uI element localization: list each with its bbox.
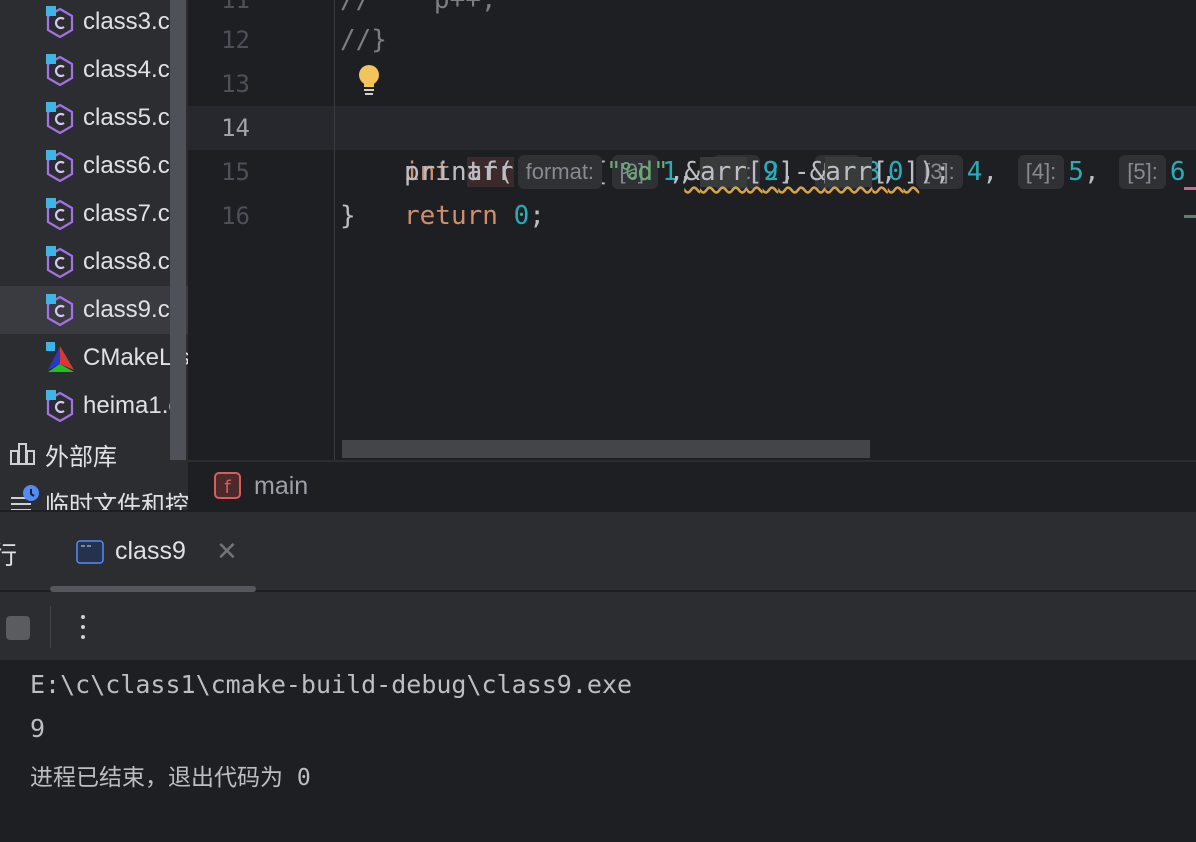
c-file-icon	[46, 150, 74, 182]
tab-class9[interactable]: class9 ✕	[50, 512, 256, 592]
scratches-icon	[11, 485, 39, 510]
tree-item-label: 临时文件和控制台	[45, 491, 188, 511]
breadcrumb: f main	[188, 460, 1196, 512]
tree-item-label: class5.c	[83, 104, 170, 131]
tree-item-file[interactable]: heima1.c	[0, 382, 188, 430]
gutter-separator	[334, 0, 335, 460]
c-file-icon	[46, 102, 74, 134]
tree-item-file[interactable]: class3.c	[0, 0, 188, 46]
cmake-icon	[46, 342, 74, 372]
run-panel: 行 class9 ✕ E:\c\class1\cmake-build-debug…	[0, 512, 1196, 842]
code-line: 13 int arr[10]={[0]:1, [1]:2, [2]:3, [3]…	[188, 62, 1196, 189]
error-stripe-marker[interactable]	[1184, 215, 1196, 218]
tree-item-label: 外部库	[45, 443, 117, 471]
console-line: 进程已结束，退出代码为 0	[30, 765, 311, 791]
tab-fragment[interactable]: 行	[0, 536, 17, 572]
tree-item-external-libraries[interactable]: 外部库	[0, 430, 188, 478]
tab-label: class9	[115, 537, 186, 565]
tree-item-file[interactable]: class6.c	[0, 142, 188, 190]
c-file-icon	[46, 54, 74, 86]
tree-item-file[interactable]: class5.c	[0, 94, 188, 142]
c-file-icon	[46, 198, 74, 230]
tree-item-label: class8.c	[83, 248, 170, 275]
tree-item-label: class6.c	[83, 152, 170, 179]
tree-item-label: heima1.c	[83, 392, 181, 419]
tree-item-file[interactable]: class8.c	[0, 238, 188, 286]
run-toolbar	[0, 592, 1196, 660]
function-icon: f	[214, 472, 241, 499]
sidebar-scrollbar[interactable]	[170, 0, 186, 460]
run-tabs: 行 class9 ✕	[0, 512, 1196, 592]
breadcrumb-item[interactable]: main	[254, 472, 308, 501]
console-line: E:\c\class1\cmake-build-debug\class9.exe	[30, 670, 633, 699]
code-line: 12//}	[221, 25, 387, 55]
console-icon	[76, 540, 104, 564]
tree-item-label: class7.c	[83, 200, 170, 227]
library-icon	[10, 443, 35, 465]
svg-text:f: f	[224, 477, 231, 498]
tree-item-file[interactable]: class9.c	[0, 286, 188, 334]
tree-item-file[interactable]: class7.c	[0, 190, 188, 238]
code-line-current: 14 printf(format: "%d",&arr[9]-&arr[0]);	[188, 106, 1196, 189]
console-output[interactable]: E:\c\class1\cmake-build-debug\class9.exe…	[0, 660, 1196, 842]
more-options-icon[interactable]	[78, 612, 88, 644]
project-tree: class3.c class4.c class5.c class6.c class7.c…	[0, 0, 188, 510]
toolbar-divider	[50, 606, 51, 648]
tree-item-label: class9.c	[83, 296, 170, 323]
stop-icon[interactable]	[6, 616, 30, 640]
tree-item-file[interactable]: CMakeLists.txt	[0, 334, 188, 382]
close-icon[interactable]: ✕	[216, 536, 238, 567]
code-line: 15 return 0;	[221, 158, 545, 231]
code-editor[interactable]: 11// p++; 12//} 13 int arr[10]={[0]:1, […	[188, 0, 1196, 460]
tree-item-label: class3.c	[83, 8, 170, 35]
c-file-icon	[46, 294, 74, 326]
tree-item-label: class4.c	[83, 56, 170, 83]
code-line: 16}	[221, 201, 356, 231]
tree-item-scratches[interactable]: 临时文件和控制台	[0, 478, 188, 510]
console-line: 9	[30, 714, 46, 743]
horizontal-scrollbar[interactable]	[342, 440, 870, 458]
c-file-icon	[46, 390, 74, 422]
c-file-icon	[46, 6, 74, 38]
lightbulb-icon[interactable]	[356, 64, 382, 98]
tree-item-file[interactable]: class4.c	[0, 46, 188, 94]
c-file-icon	[46, 246, 74, 278]
error-stripe-marker[interactable]	[1184, 187, 1196, 190]
